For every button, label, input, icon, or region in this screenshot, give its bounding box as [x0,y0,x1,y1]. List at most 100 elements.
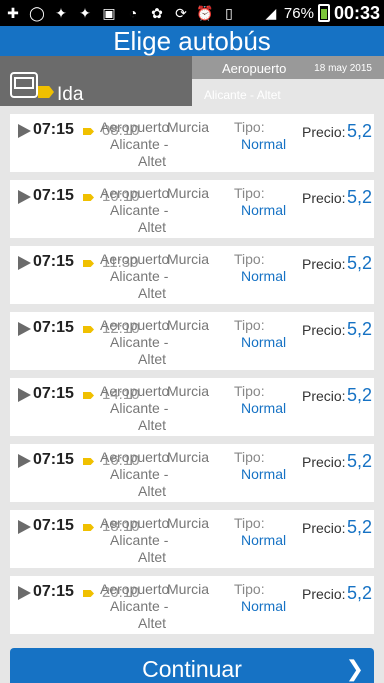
tipo-label: Tipo: [234,185,265,201]
continue-label: Continuar [142,656,242,682]
tag-icon [83,128,94,135]
departure-time: 07:15 [33,385,74,402]
departure-time: 07:15 [33,187,74,204]
origin-line-2: Alicante - [110,400,169,416]
origin-line-2: Alicante - [110,334,169,350]
play-icon[interactable] [18,586,31,600]
battery-icon [317,4,330,22]
origin-line-2: Alicante - [110,532,169,548]
whatsapp-icon: ◯ [29,4,45,21]
origin-line-3: Altet [138,351,167,367]
clock: 00:33 [333,2,380,23]
origin-line-3: Altet [138,615,167,631]
precio-label: Precio: [302,190,346,206]
notification-icons: ✚ ◯ ✦ ✦ ▣ ◔ ✿ ⟳ ⏰ ▯ [4,4,238,22]
origin-line-3: Altet [138,483,167,499]
tag-icon [83,260,94,267]
departure-time: 07:15 [33,319,74,336]
precio-value: 5,2 [347,583,373,603]
trip-row[interactable]: 07:15 18:10 Aeropuerto Alicante - Altet … [10,510,374,568]
destination: Murcia [167,251,210,267]
play-icon[interactable] [18,124,31,138]
departure-time: 07:15 [33,451,74,468]
route-info: Aeropuerto 18 may 2015 Alicante - Altet [192,56,384,106]
tag-icon [83,194,94,201]
trip-row[interactable]: 07:15 08:10 Aeropuerto Alicante - Altet … [10,114,374,172]
trip-row[interactable]: 07:15 20:10 Aeropuerto Alicante - Altet … [10,576,374,634]
tipo-value: Normal [241,532,287,548]
tipo-value: Normal [241,334,287,350]
route-destination: Alicante - Altet [204,88,281,102]
tipo-value: Normal [241,202,287,218]
precio-value: 5,2 [347,385,373,405]
origin-line-1: Aeropuerto [100,449,170,465]
twitter-icon: ✦ [79,4,91,21]
tipo-value: Normal [241,268,287,284]
origin-line-1: Aeropuerto [100,581,170,597]
play-icon[interactable] [18,520,31,534]
trip-row[interactable]: 07:15 10:10 Aeropuerto Alicante - Altet … [10,180,374,238]
tag-icon [83,524,94,531]
signal-icon: ◢ [265,4,277,21]
origin-line-2: Alicante - [110,466,169,482]
trip-row[interactable]: 07:15 12:10 Aeropuerto Alicante - Altet … [10,312,374,370]
tag-icon [83,458,94,465]
destination: Murcia [167,581,210,597]
tipo-value: Normal [241,136,287,152]
tipo-value: Normal [241,466,287,482]
origin-line-1: Aeropuerto [100,119,170,135]
origin-line-3: Altet [138,219,167,235]
vibrate-icon: ▯ [225,4,233,21]
precio-label: Precio: [302,586,346,602]
precio-value: 5,2 [347,187,373,207]
bus-icon [10,72,38,98]
image-icon: ▣ [102,4,116,21]
page-title: Elige autobús [0,26,384,56]
trip-row[interactable]: 07:15 16:10 Aeropuerto Alicante - Altet … [10,444,374,502]
play-icon[interactable] [18,388,31,402]
trip-row[interactable]: 07:15 11:30 Aeropuerto Alicante - Altet … [10,246,374,304]
origin-line-2: Alicante - [110,598,169,614]
precio-label: Precio: [302,256,346,272]
twitter-icon: ✦ [55,4,67,21]
destination: Murcia [167,119,210,135]
continue-button[interactable]: Continuar ❯ [10,648,374,683]
trip-header: Ida Aeropuerto 18 may 2015 Alicante - Al… [0,56,384,114]
status-bar: ✚ ◯ ✦ ✦ ▣ ◔ ✿ ⟳ ⏰ ▯ ◢ 76% 00:33 [0,0,384,26]
precio-value: 5,2 [347,451,373,471]
origin-line-1: Aeropuerto [100,383,170,399]
destination: Murcia [167,383,210,399]
origin-line-3: Altet [138,285,167,301]
precio-value: 5,2 [347,319,373,339]
sync-icon: ⟳ [175,4,187,21]
tipo-label: Tipo: [234,581,265,597]
play-icon[interactable] [18,190,31,204]
tipo-label: Tipo: [234,251,265,267]
origin-line-3: Altet [138,549,167,565]
tag-icon [83,326,94,333]
play-icon[interactable] [18,454,31,468]
departure-time: 07:15 [33,583,74,600]
origin-line-1: Aeropuerto [100,251,170,267]
tipo-label: Tipo: [234,515,265,531]
trip-row[interactable]: 07:15 14:10 Aeropuerto Alicante - Altet … [10,378,374,436]
play-icon[interactable] [18,256,31,270]
origin-line-2: Alicante - [110,202,169,218]
chevron-right-icon: ❯ [345,656,364,681]
tipo-value: Normal [241,400,287,416]
origin-line-2: Alicante - [110,136,169,152]
battery-percent: 76% [283,4,314,22]
departure-time: 07:15 [33,121,74,138]
direction-label: Ida [57,84,84,105]
precio-value: 5,2 [347,517,373,537]
origin-line-3: Altet [138,417,167,433]
alarm-icon: ⏰ [196,4,214,21]
tipo-label: Tipo: [234,317,265,333]
tipo-label: Tipo: [234,119,265,135]
origin-line-1: Aeropuerto [100,317,170,333]
plus-icon: ✚ [7,4,19,21]
route-origin: Aeropuerto [222,61,287,76]
tipo-label: Tipo: [234,383,265,399]
tag-icon [38,86,54,98]
play-icon[interactable] [18,322,31,336]
